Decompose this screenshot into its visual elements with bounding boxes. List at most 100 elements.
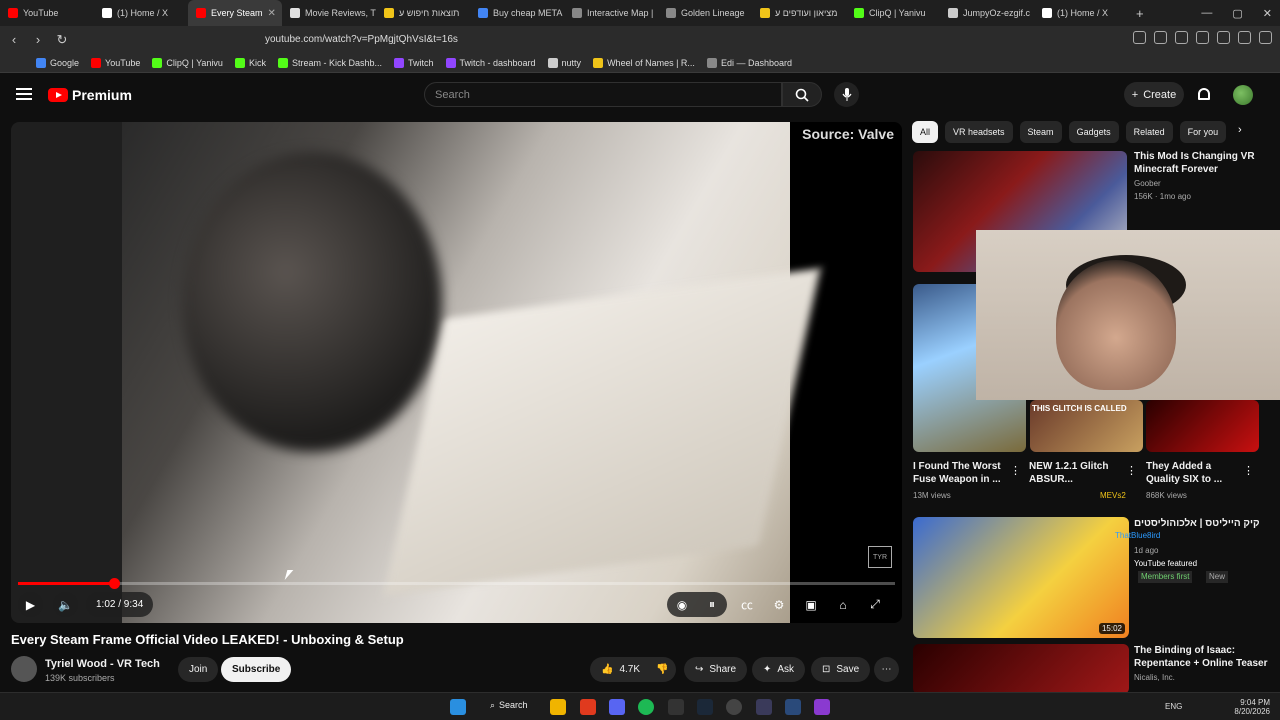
minimize-icon[interactable]: — (1201, 7, 1212, 19)
browser-tab[interactable]: Every Steam ✕ (188, 0, 282, 26)
hamburger-menu-icon[interactable] (16, 88, 32, 100)
rec-short-title-1[interactable]: I Found The Worst Fuse Weapon in ... (913, 460, 1008, 486)
filter-chip[interactable]: All (912, 121, 939, 143)
rec-more-icon[interactable]: ⋮ (1243, 464, 1254, 477)
bookmark-item[interactable]: Google (36, 57, 79, 68)
rec-more-icon[interactable]: ⋮ (1126, 464, 1137, 477)
bookmark-item[interactable]: Twitch - dashboard (445, 57, 536, 68)
new-tab-icon[interactable]: + (1128, 6, 1144, 21)
mute-button[interactable]: 🔈 (53, 592, 78, 617)
back-icon[interactable]: ‹ (4, 32, 24, 47)
rec-short-title-3[interactable]: They Added a Quality SIX to ... (1146, 460, 1241, 486)
spotify-icon[interactable] (638, 699, 654, 715)
bookmark-item[interactable]: Stream - Kick Dashb... (277, 57, 382, 68)
progress-scrubber[interactable] (108, 578, 120, 589)
bookmark-item[interactable]: ClipQ | Yanivu (152, 57, 223, 68)
filter-chip[interactable]: VR headsets (945, 121, 1013, 143)
sidebar-icon[interactable] (1238, 31, 1251, 44)
save-button[interactable]: ⊡ Save (811, 657, 871, 682)
rec-channel-3[interactable]: Nicalis, Inc. (1134, 672, 1175, 684)
autoplay-toggle-icon[interactable]: ◉ (667, 592, 697, 617)
search-input[interactable]: Search (424, 82, 782, 107)
like-icon[interactable]: 👍 (601, 664, 613, 675)
file-explorer-icon[interactable] (550, 699, 566, 715)
browser-tab[interactable]: Interactive Map | (564, 0, 658, 26)
app-icon[interactable] (785, 699, 801, 715)
discord-icon[interactable] (609, 699, 625, 715)
windows-start-icon[interactable] (450, 699, 466, 715)
taskbar-search[interactable]: ⌕ Search (490, 700, 528, 711)
extension-icon[interactable] (1154, 31, 1167, 44)
miniplayer-icon[interactable]: ▣ (796, 592, 826, 617)
rec-thumbnail-2[interactable]: 15:02 (913, 517, 1129, 638)
browser-tab[interactable]: JumpyOz-ezgif.c (940, 0, 1034, 26)
chips-next-icon[interactable]: › (1238, 124, 1242, 136)
account-avatar[interactable] (1233, 85, 1253, 105)
browser-tab[interactable]: מציאון ועודפים ע (752, 0, 846, 26)
app-icon[interactable] (814, 699, 830, 715)
extension-icon[interactable] (1175, 31, 1188, 44)
browser-tab[interactable]: (1) Home / X (94, 0, 188, 26)
channel-watermark[interactable]: TYR (868, 546, 892, 568)
channel-avatar[interactable] (11, 656, 37, 682)
epic-games-icon[interactable] (668, 699, 684, 715)
subscribe-button[interactable]: Subscribe (221, 657, 292, 682)
downloads-icon[interactable] (1217, 31, 1230, 44)
play-button[interactable]: ▶ (18, 592, 43, 617)
captions-icon[interactable]: ㏄ (732, 592, 762, 617)
rec-title-3[interactable]: The Binding of Isaac: Repentance + Onlin… (1134, 644, 1274, 670)
dislike-icon[interactable]: 👎 (656, 664, 668, 675)
notifications-bell-icon[interactable] (1198, 88, 1210, 100)
ask-button[interactable]: ✦ Ask (752, 657, 806, 682)
filter-chip[interactable]: For you (1179, 121, 1227, 143)
more-actions-button[interactable]: ⋯ (874, 657, 899, 682)
join-button[interactable]: Join (178, 657, 219, 682)
voice-search-button[interactable] (834, 82, 859, 107)
brave-browser-icon[interactable] (580, 699, 596, 715)
filter-chip[interactable]: Steam (1019, 121, 1062, 143)
filter-chip[interactable]: Related (1125, 121, 1173, 143)
bookmark-item[interactable]: Wheel of Names | R... (593, 57, 695, 68)
share-button[interactable]: ↪ Share (684, 657, 748, 682)
rec-title-2[interactable]: קיק הייליטס | אלכוהוליסטים (1134, 517, 1274, 530)
cast-icon[interactable]: ⌂ (828, 592, 858, 617)
browser-tab[interactable]: Golden Lineage (658, 0, 752, 26)
fullscreen-icon[interactable]: ⤢ (860, 592, 890, 617)
browser-tab[interactable]: YouTube (0, 0, 94, 26)
progress-bar[interactable] (18, 578, 895, 589)
app-icon[interactable] (756, 699, 772, 715)
menu-icon[interactable] (1259, 31, 1272, 44)
extension-icon[interactable] (1133, 31, 1146, 44)
video-player[interactable]: Source: Valve TYR ▶ 🔈 1:02 / 9:34 ◉ ⏸ ㏄ … (11, 122, 902, 623)
close-window-icon[interactable]: ✕ (1263, 7, 1272, 20)
browser-tab[interactable]: Buy cheap META (470, 0, 564, 26)
browser-tab[interactable]: ClipQ | Yanivu (846, 0, 940, 26)
rec-more-icon[interactable]: ⋮ (1010, 464, 1021, 477)
reload-icon[interactable]: ↻ (52, 32, 72, 48)
settings-gear-icon[interactable]: ⚙ (764, 592, 794, 617)
bookmark-item[interactable]: Kick (234, 57, 266, 68)
url-field[interactable]: youtube.com/watch?v=PpMgjtQhVsI&t=16s (240, 29, 960, 50)
forward-icon[interactable]: › (28, 32, 48, 47)
pause-toggle-icon[interactable]: ⏸ (697, 592, 727, 617)
rec-short-thumbnail-3[interactable] (1146, 400, 1259, 452)
rec-title-1[interactable]: This Mod Is Changing VR Minecraft Foreve… (1134, 150, 1274, 176)
video-frame[interactable] (122, 122, 821, 623)
rec-thumbnail-3[interactable] (913, 644, 1129, 694)
filter-chip[interactable]: Gadgets (1068, 121, 1119, 143)
extension-icon[interactable] (1196, 31, 1209, 44)
bookmark-item[interactable]: Edi — Dashboard (706, 57, 792, 68)
steam-icon[interactable] (697, 699, 713, 715)
tab-close-icon[interactable]: ✕ (268, 8, 276, 19)
rec-channel-1[interactable]: Goober (1134, 178, 1161, 190)
browser-tab[interactable]: תוצאות חיפוש ע (376, 0, 470, 26)
bookmark-item[interactable]: nutty (547, 57, 581, 68)
system-clock[interactable]: 9:04 PM 8/20/2026 (1234, 698, 1270, 716)
rec-short-title-2[interactable]: NEW 1.2.1 Glitch ABSUR... (1029, 460, 1124, 486)
search-button[interactable] (782, 82, 822, 107)
create-button[interactable]: + Create (1124, 82, 1184, 107)
language-indicator[interactable]: ENG (1165, 702, 1182, 711)
like-count[interactable]: 4.7K (619, 664, 640, 675)
bookmark-item[interactable]: Twitch (393, 57, 434, 68)
channel-name[interactable]: Tyriel Wood - VR Tech (45, 658, 160, 670)
